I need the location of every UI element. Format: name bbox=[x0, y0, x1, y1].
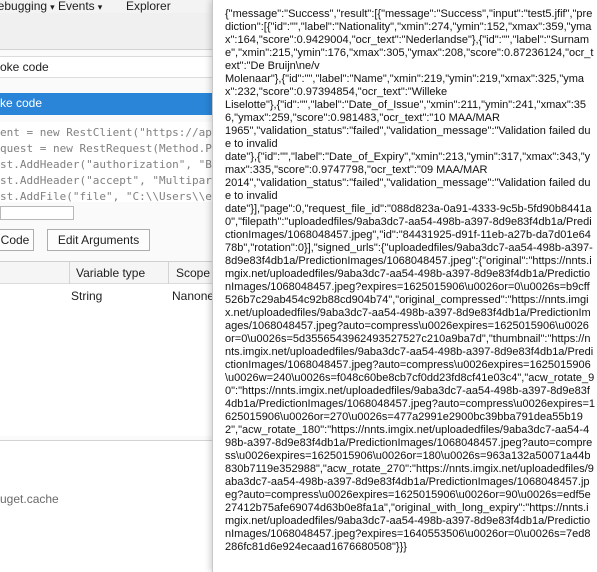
invoke-code-title: oke code bbox=[0, 60, 49, 74]
variables-grid-header: Variable type Scope bbox=[0, 262, 220, 284]
edit-code-button[interactable]: Code bbox=[0, 229, 34, 251]
menu-debugging[interactable]: Debugging▾ bbox=[0, 0, 55, 13]
output-panel: uget.cache bbox=[0, 440, 220, 572]
variables-grid: Variable type Scope String Nanone bbox=[0, 261, 220, 436]
nuget-cache-label: uget.cache bbox=[0, 492, 59, 506]
menu-bar: Debugging▾ Events▾ Explorer bbox=[0, 0, 220, 13]
column-header-scope[interactable]: Scope bbox=[176, 266, 210, 280]
column-divider[interactable] bbox=[69, 262, 70, 284]
table-row[interactable]: String Nanone bbox=[0, 285, 220, 307]
background-app-window: Debugging▾ Events▾ Explorer oke code ke … bbox=[0, 0, 220, 572]
chevron-down-icon: ▾ bbox=[97, 2, 103, 12]
display-name-input[interactable] bbox=[0, 206, 74, 220]
edit-arguments-button[interactable]: Edit Arguments bbox=[47, 229, 150, 251]
message-box-dialog: {"message":"Success","result":[{"message… bbox=[212, 0, 597, 572]
column-header-variable-type[interactable]: Variable type bbox=[76, 266, 145, 280]
chevron-down-icon: ▾ bbox=[50, 2, 55, 12]
invoke-code-activity[interactable]: oke code bbox=[0, 56, 220, 78]
code-line: st.AddHeader("authorization", "Basic " + bbox=[0, 158, 220, 171]
menu-events[interactable]: Events ▾ bbox=[58, 0, 102, 13]
column-divider[interactable] bbox=[168, 262, 169, 284]
code-line: quest = new RestRequest(Method.POST) bbox=[0, 142, 220, 155]
code-line: st.AddFile("file", "C:\\Users\\ebissag\\… bbox=[0, 190, 220, 203]
invoke-code-selected-title: ke code bbox=[0, 96, 43, 110]
variable-type-cell[interactable]: String bbox=[71, 289, 102, 303]
menu-explorer-label: Explorer bbox=[126, 0, 171, 13]
code-preview[interactable]: ent = new RestClient("https://app.nanon … bbox=[0, 122, 220, 203]
scope-cell[interactable]: Nanone bbox=[172, 289, 214, 303]
invoke-code-selected-header[interactable]: ke code bbox=[0, 93, 220, 115]
code-line: ent = new RestClient("https://app.nanon bbox=[0, 126, 220, 139]
ribbon-toolbar bbox=[0, 13, 220, 50]
menu-events-label: Events bbox=[58, 0, 95, 13]
message-box-text: {"message":"Success","result":[{"message… bbox=[225, 8, 595, 553]
menu-explorer[interactable]: Explorer bbox=[126, 0, 171, 13]
code-line: st.AddHeader("accept", "Multipart/form bbox=[0, 174, 220, 187]
menu-debugging-label: Debugging bbox=[0, 0, 48, 13]
